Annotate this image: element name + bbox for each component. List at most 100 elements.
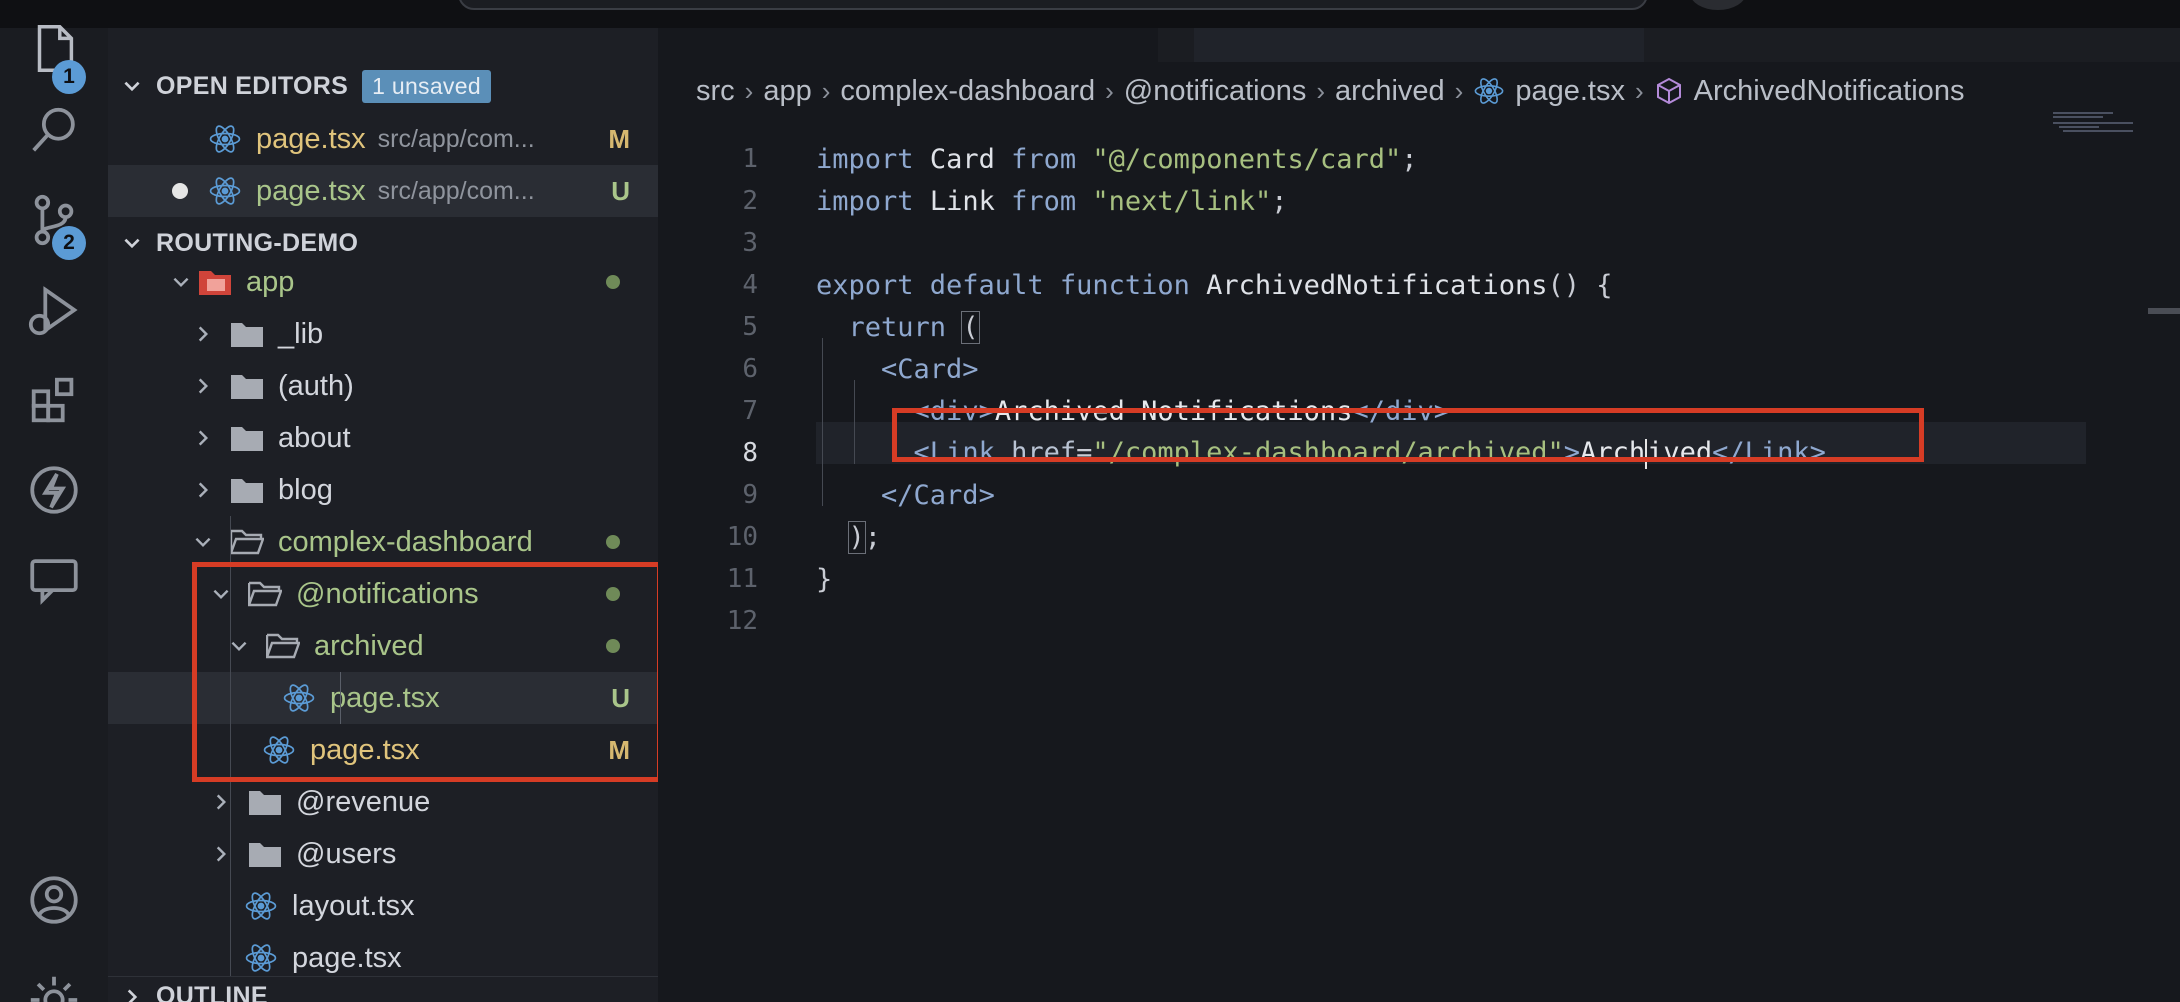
account-icon[interactable] <box>0 860 108 940</box>
chevron-right-icon <box>206 787 236 817</box>
code-line: 1 import Card from "@/components/card"; <box>658 138 2058 180</box>
source-control-badge: 2 <box>52 226 86 260</box>
tree-folder-about[interactable]: about <box>108 412 658 464</box>
folder-icon <box>228 471 266 509</box>
unsaved-badge: 1 unsaved <box>362 69 491 103</box>
code-line: 10 ); <box>658 516 2058 558</box>
line-content: import Link from "next/link"; <box>816 185 1288 217</box>
open-editor-item[interactable]: page.tsx src/app/com... M <box>108 113 658 165</box>
editor-tabs <box>658 28 2180 62</box>
file-path: src/app/com... <box>377 176 535 205</box>
extensions-icon[interactable] <box>0 360 108 440</box>
folder-icon <box>246 835 284 873</box>
breadcrumb: src › app › complex-dashboard › @notific… <box>696 62 1964 120</box>
tree-folder-revenue[interactable]: @revenue <box>108 776 658 828</box>
chevron-right-icon <box>188 371 218 401</box>
tree-folder-complex-dashboard[interactable]: complex-dashboard <box>108 516 658 568</box>
chevron-right-icon: › <box>744 75 754 106</box>
tree-folder-lib[interactable]: _lib <box>108 308 658 360</box>
chevron-right-icon: › <box>821 75 831 106</box>
line-number: 8 <box>742 438 758 468</box>
react-icon <box>242 887 280 925</box>
chevron-down-icon <box>108 75 156 97</box>
line-content: ); <box>847 520 882 554</box>
code-line: 6 <Card> <box>658 348 2058 390</box>
folder-icon <box>228 315 266 353</box>
file-name: page.tsx <box>256 174 366 207</box>
chevron-right-icon <box>188 475 218 505</box>
code-line: 3 <box>658 222 2058 264</box>
code-highlight-box <box>892 408 1924 462</box>
tree-file-layout[interactable]: layout.tsx <box>108 880 658 932</box>
search-icon[interactable] <box>0 90 108 170</box>
scrollbar-thumb[interactable] <box>2148 308 2180 314</box>
tab-active[interactable] <box>658 28 1158 62</box>
folder-name: (auth) <box>278 369 354 402</box>
breadcrumb-complex-dashboard[interactable]: complex-dashboard <box>840 75 1095 108</box>
react-icon <box>206 172 244 210</box>
line-number: 3 <box>742 228 758 258</box>
run-debug-icon[interactable] <box>0 270 108 350</box>
open-editors-title: OPEN EDITORS <box>156 71 349 100</box>
tree-folder-app[interactable]: app <box>108 256 658 308</box>
code-line: 4 export default function ArchivedNotifi… <box>658 264 2058 306</box>
line-number: 7 <box>742 396 758 426</box>
code-line: 2 import Link from "next/link"; <box>658 180 2058 222</box>
chevron-down-icon <box>108 232 156 254</box>
breadcrumb-app[interactable]: app <box>763 75 811 108</box>
tab-inactive[interactable] <box>1194 28 1644 62</box>
app-folder-icon <box>196 263 234 301</box>
chevron-right-icon: › <box>1316 75 1326 106</box>
chevron-right-icon <box>188 423 218 453</box>
file-name: page.tsx <box>256 122 366 155</box>
react-icon <box>206 120 244 158</box>
breadcrumb-src[interactable]: src <box>696 75 735 108</box>
breadcrumb-file[interactable]: page.tsx <box>1515 75 1625 108</box>
minimap[interactable] <box>2053 68 2163 158</box>
folder-name: _lib <box>278 317 324 350</box>
folder-name: app <box>246 265 295 298</box>
folder-name: complex-dashboard <box>278 525 533 558</box>
open-editor-item-active[interactable]: page.tsx src/app/com... U <box>108 165 658 217</box>
breadcrumb-archived[interactable]: archived <box>1335 75 1445 108</box>
file-name: layout.tsx <box>292 889 415 922</box>
window-top-strip <box>0 0 2180 28</box>
react-icon <box>1473 75 1505 107</box>
line-number: 11 <box>726 564 758 594</box>
line-content: export default function ArchivedNotifica… <box>816 269 1613 301</box>
files-icon[interactable]: 1 <box>0 10 108 94</box>
line-content: </Card> <box>881 479 995 511</box>
folder-icon <box>228 367 266 405</box>
folder-icon <box>246 783 284 821</box>
top-action-button[interactable] <box>1690 0 1746 10</box>
folder-name: blog <box>278 473 333 506</box>
remote-chat-icon[interactable] <box>0 540 108 620</box>
modified-dot <box>606 535 620 549</box>
line-number: 1 <box>742 144 758 174</box>
breadcrumb-symbol[interactable]: ArchivedNotifications <box>1694 75 1965 108</box>
outline-header[interactable]: OUTLINE <box>108 976 658 1002</box>
breadcrumb-notifications[interactable]: @notifications <box>1124 75 1307 108</box>
tree-folder-auth[interactable]: (auth) <box>108 360 658 412</box>
component-symbol-icon <box>1654 76 1684 106</box>
code-line: 9 </Card> <box>658 474 2058 516</box>
source-control-icon[interactable]: 2 <box>0 180 108 260</box>
chevron-right-icon: › <box>1105 75 1114 106</box>
open-editors-header[interactable]: OPEN EDITORS 1 unsaved <box>108 63 658 109</box>
git-status: U <box>611 175 630 206</box>
line-number: 12 <box>726 606 758 636</box>
bolt-icon[interactable] <box>0 450 108 530</box>
tree-folder-users[interactable]: @users <box>108 828 658 880</box>
settings-icon[interactable] <box>0 960 108 1002</box>
file-path: src/app/com... <box>377 124 535 153</box>
command-center[interactable] <box>458 0 1648 10</box>
code-line: 12 <box>658 600 2058 642</box>
explorer-badge: 1 <box>52 60 86 94</box>
tree-highlight-box <box>192 562 658 782</box>
line-content: } <box>816 563 833 595</box>
line-content: <Card> <box>881 353 979 385</box>
explorer-sidebar: OPEN EDITORS 1 unsaved page.tsx src/app/… <box>108 28 658 1002</box>
line-number: 2 <box>742 186 758 216</box>
chevron-down-icon <box>166 267 196 297</box>
tree-folder-blog[interactable]: blog <box>108 464 658 516</box>
